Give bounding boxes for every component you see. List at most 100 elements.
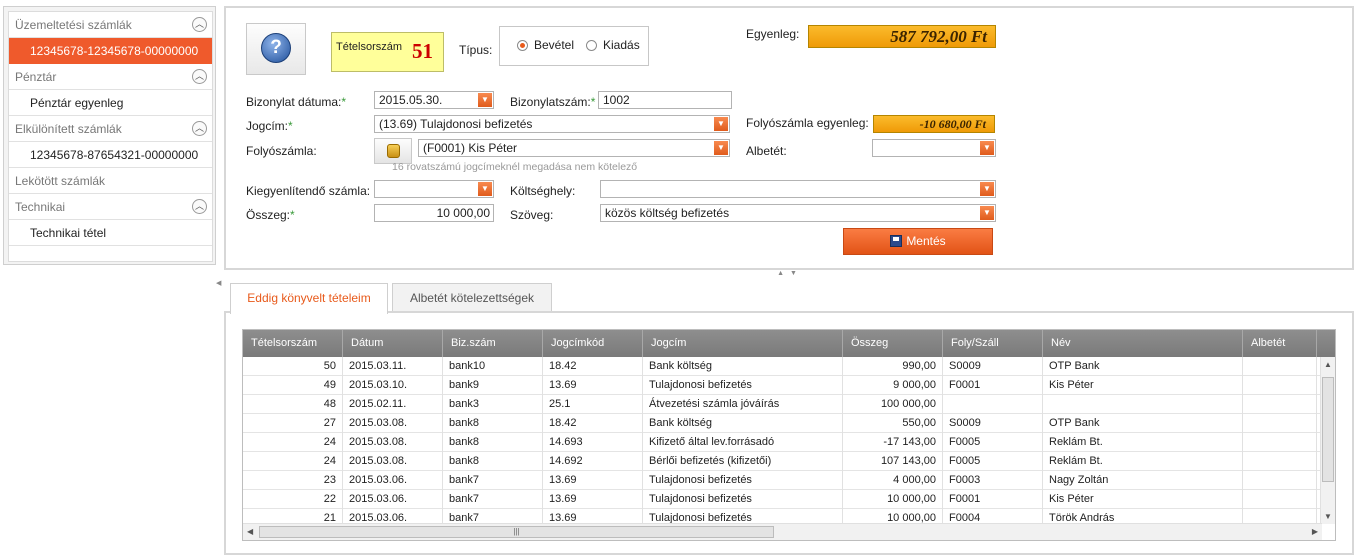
cell-albetet xyxy=(1243,509,1317,524)
sidebar-section-lekotott[interactable]: Lekötött számlák xyxy=(9,168,212,194)
sidebar-item-technikai-tetel[interactable]: Technikai tétel xyxy=(9,220,212,246)
header-col-jogcimkod[interactable]: Jogcímkód xyxy=(543,330,643,357)
scroll-up-icon[interactable]: ▲ xyxy=(1324,360,1332,369)
vertical-scroll-thumb[interactable] xyxy=(1322,377,1334,482)
help-button[interactable]: ? xyxy=(246,23,306,75)
koltseghely-label: Költséghely: xyxy=(510,184,576,198)
table-row[interactable]: 22 2015.03.06. bank7 13.69 Tulajdonosi befiz… xyxy=(243,490,1322,509)
scroll-right-icon[interactable]: ▶ xyxy=(1312,527,1318,536)
albetet-select[interactable]: ▼ xyxy=(872,139,996,157)
sidebar-item-label: 12345678-12345678-00000000 xyxy=(30,44,199,58)
szoveg-value: közös költség befizetés xyxy=(605,206,730,220)
cell-nev: Kis Péter xyxy=(1043,376,1243,395)
kiegy-select[interactable]: ▼ xyxy=(374,180,494,198)
cell-nev: OTP Bank xyxy=(1043,357,1243,376)
cell-datum: 2015.03.08. xyxy=(343,414,443,433)
table-row[interactable]: 24 2015.03.08. bank8 14.692 Bérlői befizetés… xyxy=(243,452,1322,471)
dropdown-arrow-icon[interactable]: ▼ xyxy=(980,206,994,220)
egyenleg-label: Egyenleg: xyxy=(746,27,800,41)
collapse-left-icon[interactable]: ◀ xyxy=(216,279,221,287)
dropdown-arrow-icon[interactable]: ▼ xyxy=(478,182,492,196)
kiadas-label[interactable]: Kiadás xyxy=(603,38,640,52)
vertical-scrollbar[interactable]: ▲ ▼ xyxy=(1320,357,1335,524)
save-button[interactable]: Mentés xyxy=(843,228,993,255)
tab-albetet-kotelezettsegek[interactable]: Albetét kötelezettségek xyxy=(392,283,552,312)
table-row[interactable]: 23 2015.03.06. bank7 13.69 Tulajdonosi befiz… xyxy=(243,471,1322,490)
szoveg-select[interactable]: közös költség befizetés ▼ xyxy=(600,204,996,222)
bizszam-field[interactable]: 1002 xyxy=(598,91,732,109)
sidebar-item-elkulonitett-account[interactable]: 12345678-87654321-00000000 xyxy=(9,142,212,168)
header-col-osszeg[interactable]: Összeg xyxy=(843,330,943,357)
cell-bizszam: bank7 xyxy=(443,471,543,490)
albetet-label: Albetét: xyxy=(746,144,787,158)
sidebar-section-penztar[interactable]: Pénztár ︿ xyxy=(9,64,212,90)
sidebar-item-penztar-egyenleg[interactable]: Pénztár egyenleg xyxy=(9,90,212,116)
bevetel-radio[interactable] xyxy=(517,40,528,51)
osszeg-field[interactable]: 10 000,00 xyxy=(374,204,494,222)
sidebar-section-technikai[interactable]: Technikai ︿ xyxy=(9,194,212,220)
horizontal-scroll-thumb[interactable]: ||| xyxy=(259,526,774,538)
header-col-tetelsorszam[interactable]: Tételsorszám xyxy=(243,330,343,357)
dropdown-arrow-icon[interactable]: ▼ xyxy=(478,93,492,107)
cell-jogcimkod: 25.1 xyxy=(543,395,643,414)
sidebar-section-uzemeltetesi[interactable]: Üzemeltetési számlák ︿ xyxy=(9,12,212,38)
jogcim-select[interactable]: (13.69) Tulajdonosi befizetés ▼ xyxy=(374,115,730,133)
scroll-down-icon[interactable]: ▼ xyxy=(1324,512,1332,521)
sidebar-item-label: Pénztár egyenleg xyxy=(30,96,124,110)
cell-bizszam: bank3 xyxy=(443,395,543,414)
osszeg-label-text: Összeg: xyxy=(246,208,291,222)
folyo-egyenleg-value: -10 680,00 Ft xyxy=(873,115,995,133)
kiadas-radio[interactable] xyxy=(586,40,597,51)
cell-nev: OTP Bank xyxy=(1043,414,1243,433)
sidebar-item-uzemeltetesi-account[interactable]: 12345678-12345678-00000000 xyxy=(9,38,212,64)
tetel-sorszam-box: Tételsorszám 51 xyxy=(331,32,444,72)
koltseghely-select[interactable]: ▼ xyxy=(600,180,996,198)
cell-osszeg: 107 143,00 xyxy=(843,452,943,471)
cell-albetet xyxy=(1243,452,1317,471)
chevron-up-icon[interactable]: ︿ xyxy=(192,69,207,84)
chevron-up-icon[interactable]: ︿ xyxy=(192,199,207,214)
bevetel-label[interactable]: Bevétel xyxy=(534,38,574,52)
chevron-up-icon[interactable]: ︿ xyxy=(192,121,207,136)
horizontal-scrollbar[interactable]: ◀ ||| ▶ xyxy=(243,523,1322,540)
table-row[interactable]: 27 2015.03.08. bank8 18.42 Bank költség 550,0… xyxy=(243,414,1322,433)
datum-field[interactable]: 2015.05.30. ▼ xyxy=(374,91,494,109)
cell-datum: 2015.03.06. xyxy=(343,471,443,490)
cell-tetelsorszam: 48 xyxy=(243,395,343,414)
folyoszamla-select[interactable]: (F0001) Kis Péter ▼ xyxy=(418,139,730,157)
table-row[interactable]: 24 2015.03.08. bank8 14.693 Kifizető által l… xyxy=(243,433,1322,452)
tipus-radio-group: Bevétel Kiadás xyxy=(499,26,649,66)
cell-bizszam: bank8 xyxy=(443,452,543,471)
panel-splitter[interactable]: ▲▼ xyxy=(775,270,805,278)
section-title: Pénztár xyxy=(15,70,57,84)
header-col-albetet[interactable]: Albetét xyxy=(1243,330,1317,357)
scroll-left-icon[interactable]: ◀ xyxy=(247,527,253,536)
header-col-jogcim[interactable]: Jogcím xyxy=(643,330,843,357)
cell-bizszam: bank10 xyxy=(443,357,543,376)
header-col-nev[interactable]: Név xyxy=(1043,330,1243,357)
dropdown-arrow-icon[interactable]: ▼ xyxy=(980,141,994,155)
datum-label: Bizonylat dátuma:* xyxy=(246,95,346,109)
header-col-foly-szall[interactable]: Foly/Száll xyxy=(943,330,1043,357)
section-title: Üzemeltetési számlák xyxy=(15,18,132,32)
table-row[interactable]: 49 2015.03.10. bank9 13.69 Tulajdonosi befiz… xyxy=(243,376,1322,395)
table-row[interactable]: 48 2015.02.11. bank3 25.1 Átvezetési számla … xyxy=(243,395,1322,414)
header-col-bizszam[interactable]: Biz.szám xyxy=(443,330,543,357)
dropdown-arrow-icon[interactable]: ▼ xyxy=(714,117,728,131)
datum-value: 2015.05.30. xyxy=(379,93,443,107)
header-col-datum[interactable]: Dátum xyxy=(343,330,443,357)
sidebar-section-elkulonitett[interactable]: Elkülönített számlák ︿ xyxy=(9,116,212,142)
dropdown-arrow-icon[interactable]: ▼ xyxy=(980,182,994,196)
sidebar: Üzemeltetési számlák ︿ 12345678-12345678-… xyxy=(3,6,216,265)
table-row[interactable]: 21 2015.03.06. bank7 13.69 Tulajdonosi befiz… xyxy=(243,509,1322,524)
grid-panel: Tételsorszám Dátum Biz.szám Jogcímkód Jogcím… xyxy=(224,311,1354,555)
cell-jogcimkod: 13.69 xyxy=(543,509,643,524)
cell-jogcimkod: 14.693 xyxy=(543,433,643,452)
dropdown-arrow-icon[interactable]: ▼ xyxy=(714,141,728,155)
save-label: Mentés xyxy=(906,234,946,248)
tab-eddig-konyvelt[interactable]: Eddig könyvelt tételeim xyxy=(230,283,388,314)
cell-osszeg: 10 000,00 xyxy=(843,509,943,524)
bizszam-label: Bizonylatszám:* xyxy=(510,95,595,109)
chevron-up-icon[interactable]: ︿ xyxy=(192,17,207,32)
table-row[interactable]: 50 2015.03.11. bank10 18.42 Bank költség 990,… xyxy=(243,357,1322,376)
